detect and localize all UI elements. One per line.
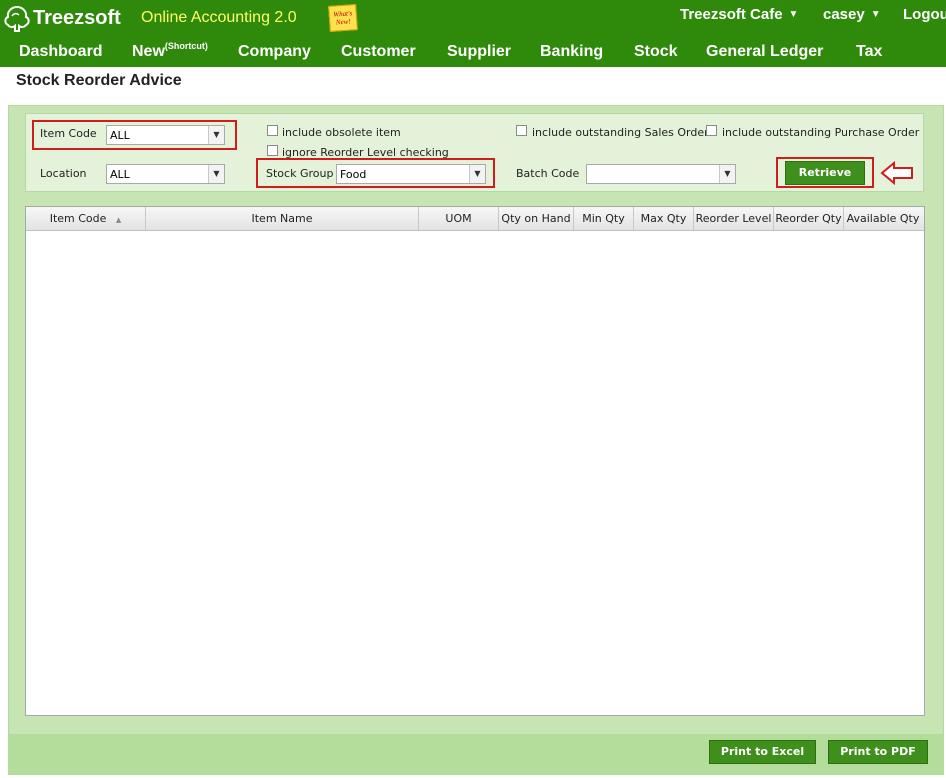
column-header-qty-on-hand[interactable]: Qty on Hand bbox=[499, 207, 574, 230]
nav-customer[interactable]: Customer bbox=[341, 43, 416, 61]
batch-code-select[interactable]: ▼ bbox=[586, 164, 736, 184]
nav-company[interactable]: Company bbox=[238, 43, 311, 61]
column-header-reorder-qty[interactable]: Reorder Qty bbox=[774, 207, 844, 230]
logo-text: Treezsoft bbox=[33, 6, 121, 29]
nav-new-shortcut: (Shortcut) bbox=[164, 41, 208, 51]
column-header-min-qty[interactable]: Min Qty bbox=[574, 207, 634, 230]
nav-banking[interactable]: Banking bbox=[540, 43, 603, 61]
company-menu[interactable]: Treezsoft Cafe ▼ bbox=[680, 6, 798, 23]
nav-stock[interactable]: Stock bbox=[634, 43, 678, 61]
column-label: Item Code bbox=[49, 212, 107, 225]
logout-label: Logout bbox=[903, 6, 946, 23]
chevron-down-icon: ▼ bbox=[788, 9, 799, 20]
chevron-down-icon: ▼ bbox=[870, 9, 881, 20]
nav-tax[interactable]: Tax bbox=[856, 43, 882, 61]
logout-link[interactable]: Logout bbox=[903, 6, 946, 23]
nav-new-label: New bbox=[132, 43, 165, 60]
chevron-down-icon: ▼ bbox=[208, 165, 224, 183]
logo[interactable]: Treezsoft bbox=[2, 4, 121, 32]
column-header-item-code[interactable]: Item Code ▲ bbox=[26, 207, 146, 230]
column-header-item-name[interactable]: Item Name bbox=[146, 207, 419, 230]
stock-group-highlight bbox=[256, 158, 495, 188]
retrieve-highlight bbox=[776, 157, 874, 188]
print-pdf-button[interactable]: Print to PDF bbox=[828, 740, 928, 764]
location-select[interactable]: ALL ▼ bbox=[106, 164, 225, 184]
include-sales-order-checkbox[interactable] bbox=[516, 125, 527, 136]
user-name: casey bbox=[823, 6, 865, 23]
column-header-max-qty[interactable]: Max Qty bbox=[634, 207, 694, 230]
sort-asc-icon: ▲ bbox=[115, 216, 122, 224]
whats-new-badge[interactable]: What's New! bbox=[328, 4, 358, 32]
print-excel-button[interactable]: Print to Excel bbox=[709, 740, 816, 764]
nav-supplier[interactable]: Supplier bbox=[447, 43, 511, 61]
chevron-down-icon: ▼ bbox=[719, 165, 735, 183]
grid-header: Item Code ▲ Item Name UOM Qty on Hand Mi… bbox=[26, 207, 924, 231]
nav-general-ledger[interactable]: General Ledger bbox=[706, 43, 823, 61]
include-purchase-order-label: include outstanding Purchase Order bbox=[722, 126, 920, 139]
location-label: Location bbox=[40, 167, 87, 180]
column-header-uom[interactable]: UOM bbox=[419, 207, 499, 230]
nav-new[interactable]: New(Shortcut) bbox=[132, 41, 208, 61]
include-obsolete-label: include obsolete item bbox=[282, 126, 401, 139]
arrow-left-icon bbox=[880, 160, 914, 188]
nav-dashboard[interactable]: Dashboard bbox=[19, 43, 103, 61]
include-obsolete-checkbox[interactable] bbox=[267, 125, 278, 136]
company-name: Treezsoft Cafe bbox=[680, 6, 783, 23]
page-title: Stock Reorder Advice bbox=[16, 72, 182, 89]
include-sales-order-label: include outstanding Sales Order bbox=[532, 126, 709, 139]
user-menu[interactable]: casey ▼ bbox=[823, 6, 881, 23]
ignore-reorder-checkbox[interactable] bbox=[267, 145, 278, 156]
column-header-available-qty[interactable]: Available Qty bbox=[844, 207, 922, 230]
item-code-highlight bbox=[32, 120, 237, 150]
include-purchase-order-checkbox[interactable] bbox=[706, 125, 717, 136]
location-value: ALL bbox=[110, 168, 130, 181]
batch-code-label: Batch Code bbox=[516, 167, 580, 180]
column-header-reorder-level[interactable]: Reorder Level bbox=[694, 207, 774, 230]
reorder-grid: Item Code ▲ Item Name UOM Qty on Hand Mi… bbox=[25, 206, 925, 716]
tree-logo-icon bbox=[2, 4, 32, 32]
app-name: Online Accounting 2.0 bbox=[141, 9, 297, 26]
